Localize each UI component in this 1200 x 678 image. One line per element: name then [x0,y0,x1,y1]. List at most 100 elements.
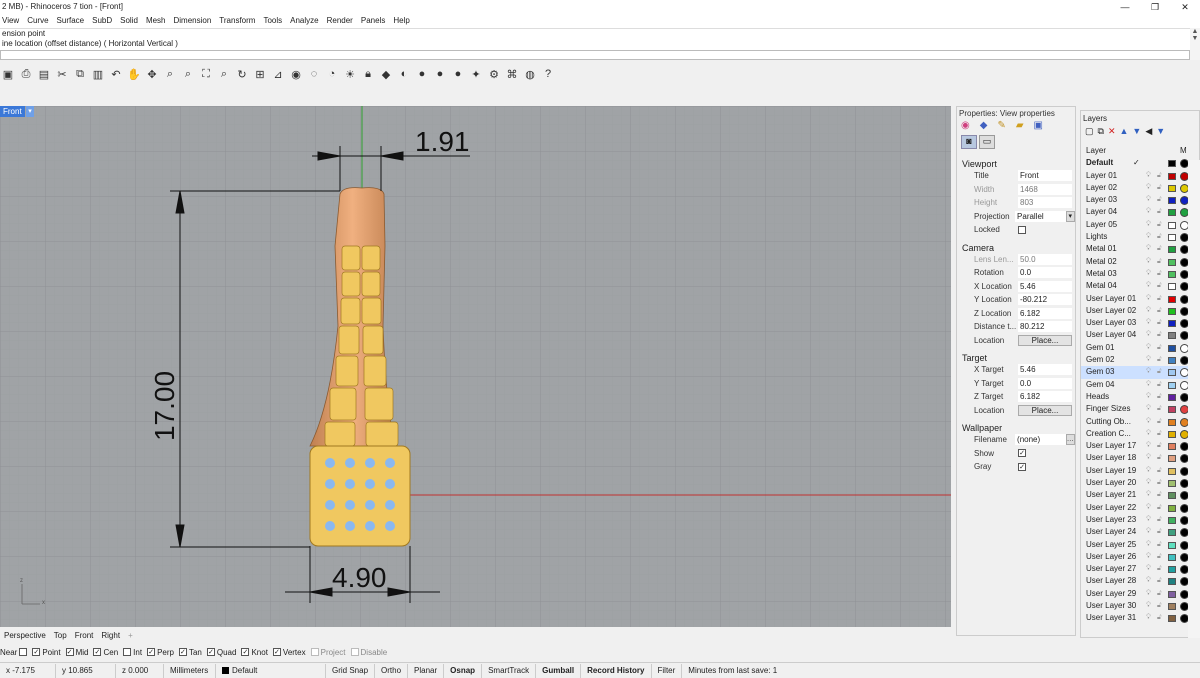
light-bulb-icon[interactable]: 💡︎ [1146,416,1151,428]
layer-color-swatch[interactable] [1168,529,1176,537]
layer-color-swatch[interactable] [1168,455,1176,463]
layer-row[interactable]: Metal 01 💡︎ 🔓︎ [1081,243,1199,255]
unlock-icon[interactable]: 🔓︎ [1157,268,1162,280]
status-toggle[interactable]: Record History [581,663,652,678]
folder-icon[interactable]: ▰ [1016,120,1024,131]
unlock-icon[interactable]: 🔓︎ [1157,219,1162,231]
viewport-tab[interactable]: Front [75,629,94,643]
light-bulb-icon[interactable]: ☀ [342,66,358,82]
layer-row[interactable]: Metal 03 💡︎ 🔓︎ [1081,268,1199,280]
light-icon[interactable]: ✎ [997,120,1005,131]
light-bulb-icon[interactable]: 💡︎ [1146,575,1151,587]
unlock-icon[interactable]: 🔓︎ [1157,182,1162,194]
pan-icon[interactable]: ✋ [126,66,142,82]
checkbox[interactable]: ✓ [65,648,74,656]
layer-color-swatch[interactable] [1168,258,1176,266]
checkbox[interactable] [310,648,319,656]
osnap-option[interactable]: Int [123,648,142,657]
unlock-icon[interactable]: 🔓︎ [1157,428,1162,440]
add-tab-icon[interactable]: + [128,629,133,643]
light-bulb-icon[interactable]: 💡︎ [1146,526,1151,538]
light-bulb-icon[interactable]: 💡︎ [1146,268,1151,280]
unlock-icon[interactable]: 🔓︎ [1157,379,1162,391]
layer-row[interactable]: User Layer 21 💡︎ 🔓︎ [1081,489,1199,501]
viewport-tab[interactable]: Perspective [4,629,46,643]
status-toggle[interactable]: Osnap [444,663,483,678]
layer-color-swatch[interactable] [1168,615,1176,623]
cut-icon[interactable]: ✂ [54,66,70,82]
checkbox[interactable] [123,648,132,656]
layer-color-swatch[interactable] [1168,320,1176,328]
osnap-option[interactable]: Project [310,648,346,657]
layer-row[interactable]: User Layer 02 💡︎ 🔓︎ [1081,305,1199,317]
light-bulb-icon[interactable]: 💡︎ [1146,428,1151,440]
light-bulb-icon[interactable]: 💡︎ [1146,182,1151,194]
osnap-option[interactable]: ✓ Vertex [272,648,306,657]
zoom-window-icon[interactable]: ⌕ [180,66,196,82]
checkbox[interactable]: ✓ [1018,462,1026,471]
zoom-icon[interactable]: ⌕ [162,66,178,82]
new-sublayer-icon[interactable]: ⧉ [1098,126,1104,140]
move-parent-icon[interactable]: ◀ [1145,126,1152,140]
light-bulb-icon[interactable]: 💡︎ [1146,305,1151,317]
layer-row[interactable]: Metal 04 💡︎ 🔓︎ [1081,280,1199,292]
unlock-icon[interactable]: 🔓︎ [1157,403,1162,415]
zoom-extents-icon[interactable]: ⛶ [198,66,214,82]
show-objects-icon[interactable]: ◔ [324,66,340,82]
light-bulb-icon[interactable]: 💡︎ [1146,231,1151,243]
light-bulb-icon[interactable]: 💡︎ [1146,293,1151,305]
place-button[interactable]: Place... [1018,334,1072,346]
unlock-icon[interactable]: 🔓︎ [1157,502,1162,514]
browse-icon[interactable]: … [1065,434,1075,446]
layer-color-swatch[interactable] [1168,516,1176,524]
menu-item[interactable]: Help [393,14,409,28]
layer-color-swatch[interactable] [1168,307,1176,315]
zoom-selected-icon[interactable]: ⌕ [216,66,232,82]
property-value[interactable]: (none) [1015,434,1066,446]
light-bulb-icon[interactable]: 💡︎ [1146,170,1151,182]
unlock-icon[interactable]: 🔓︎ [1157,391,1162,403]
unlock-icon[interactable]: 🔓︎ [1157,194,1162,206]
light-bulb-icon[interactable]: 💡︎ [1146,354,1151,366]
layer-color-swatch[interactable] [1168,283,1176,291]
unlock-icon[interactable]: 🔓︎ [1157,600,1162,612]
layer-color-swatch[interactable] [1168,369,1176,377]
snapshot-icon[interactable]: ✦ [468,66,484,82]
menu-item[interactable]: Solid [120,14,138,28]
layer-color-swatch[interactable] [1168,492,1176,500]
layer-color-swatch[interactable] [1168,172,1176,180]
layer-color-swatch[interactable] [1168,295,1176,303]
osnap-option[interactable]: ✓ Knot [241,648,268,657]
property-value[interactable]: 0.0 [1018,267,1072,279]
checkbox[interactable]: ✓ [206,648,215,656]
layer-color-swatch[interactable] [1168,332,1176,340]
construction-plane-icon[interactable]: ⊿ [270,66,286,82]
print-icon[interactable]: ⎙ [18,66,34,82]
lock-icon[interactable]: 🔒︎ [360,66,376,82]
layer-row[interactable]: User Layer 27 💡︎ 🔓︎ [1081,563,1199,575]
osnap-option[interactable]: ✓ Quad [206,648,236,657]
layer-row[interactable]: Gem 04 💡︎ 🔓︎ [1081,379,1199,391]
unlock-icon[interactable]: 🔓︎ [1157,489,1162,501]
light-bulb-icon[interactable]: 💡︎ [1146,514,1151,526]
unlock-icon[interactable]: 🔓︎ [1157,305,1162,317]
layer-row[interactable]: Cutting Ob... 💡︎ 🔓︎ [1081,416,1199,428]
layer-row[interactable]: User Layer 29 💡︎ 🔓︎ [1081,588,1199,600]
property-value[interactable]: 5.46 [1018,280,1072,292]
layer-color-swatch[interactable] [1168,246,1176,254]
layer-row[interactable]: User Layer 25 💡︎ 🔓︎ [1081,539,1199,551]
unlock-icon[interactable]: 🔓︎ [1157,293,1162,305]
unlock-icon[interactable]: 🔓︎ [1157,329,1162,341]
osnap-option[interactable]: ✓ Mid [65,648,88,657]
material-icon[interactable]: ◆ [980,120,988,131]
status-toggle[interactable]: Planar [408,663,445,678]
layer-color-swatch[interactable] [1168,418,1176,426]
unlock-icon[interactable]: 🔓︎ [1157,514,1162,526]
status-toggle[interactable]: Grid Snap [326,663,376,678]
layer-row[interactable]: User Layer 28 💡︎ 🔓︎ [1081,575,1199,587]
chevron-down-icon[interactable]: ▾ [26,106,34,117]
light-bulb-icon[interactable]: 💡︎ [1146,551,1151,563]
viewport-title-tab[interactable]: Front [0,106,25,117]
layer-color-swatch[interactable] [1168,221,1176,229]
light-bulb-icon[interactable]: 💡︎ [1146,403,1151,415]
